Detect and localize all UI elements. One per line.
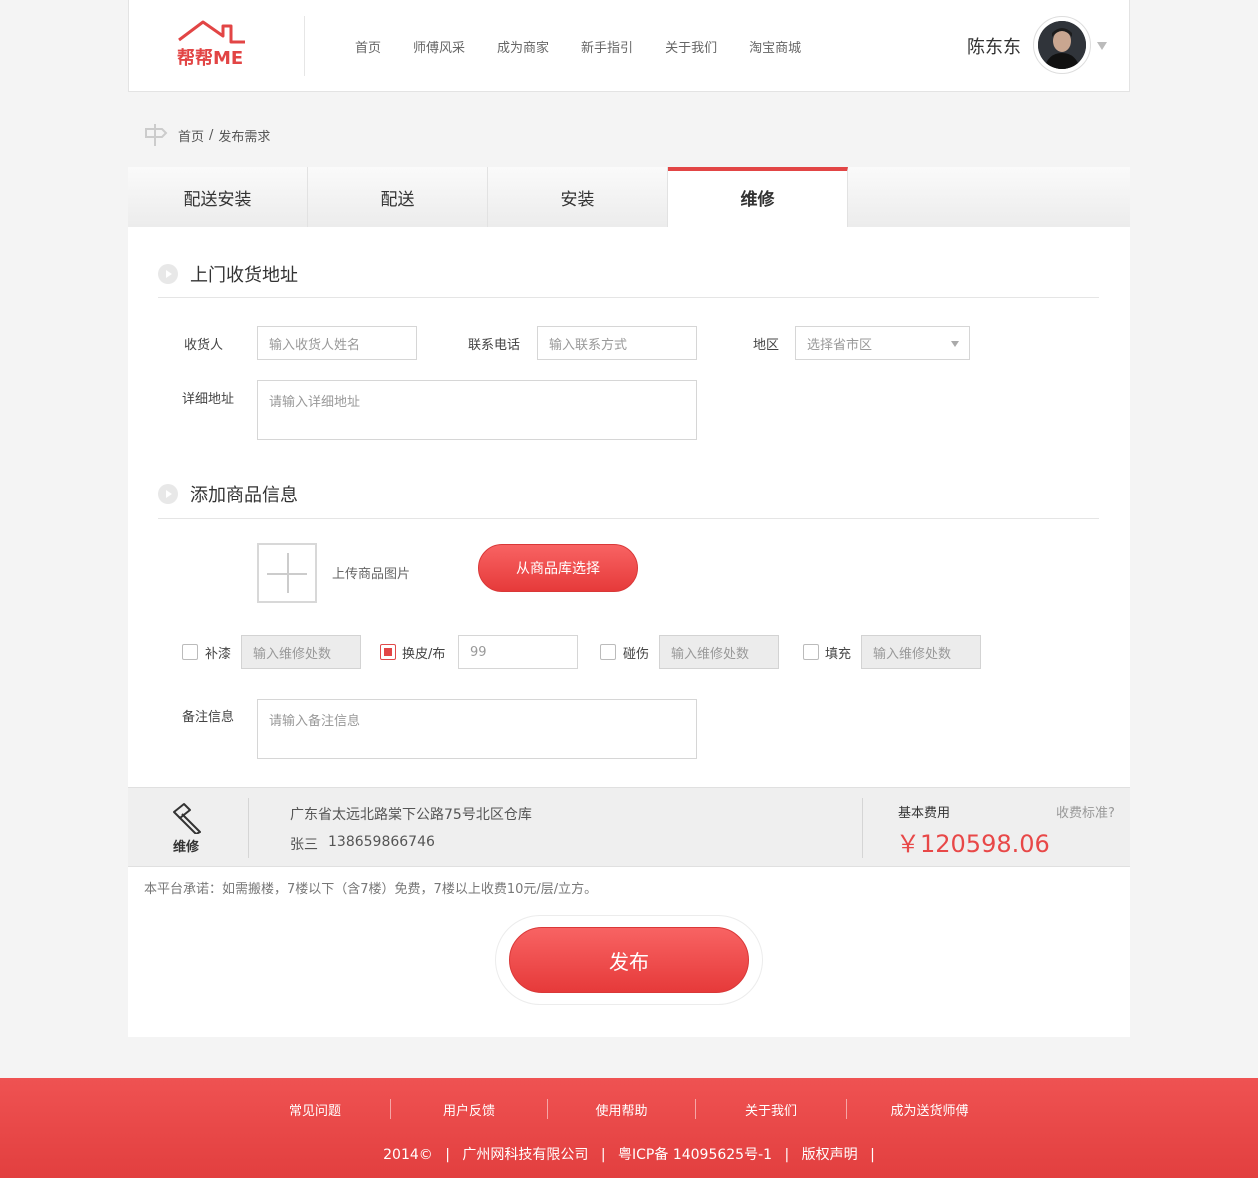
region-label: 地区 — [753, 338, 780, 353]
copyright-year: 2014© — [383, 1147, 433, 1163]
icp-number: 粤ICP备 14095625号-1 — [618, 1147, 773, 1163]
filling-count-input[interactable]: 输入维修处数 — [861, 635, 981, 669]
footer-link-feedback[interactable]: 用户反馈 — [391, 1100, 547, 1119]
nav-about[interactable]: 关于我们 — [665, 37, 717, 56]
divider — [248, 798, 249, 858]
footer-link-help[interactable]: 使用帮助 — [548, 1100, 695, 1119]
main-nav: 首页 师傅风采 成为商家 新手指引 关于我们 淘宝商城 — [339, 0, 817, 92]
base-fee-label: 基本费用 — [898, 806, 951, 821]
divider — [158, 518, 1099, 519]
region-select[interactable]: 选择省市区 — [795, 326, 970, 360]
tab-install[interactable]: 安装 — [488, 167, 668, 227]
summary-address: 广东省太远北路棠下公路75号北区仓库 — [290, 807, 532, 823]
avatar-image — [1038, 21, 1086, 69]
publish-button[interactable]: 发布 — [509, 927, 749, 993]
base-fee-amount: ￥120598.06 — [896, 830, 1050, 858]
promise-note: 本平台承诺：如需搬楼，7楼以下（含7楼）免费，7楼以上收费10元/层/立方。 — [144, 882, 598, 897]
footer-links: 常见问题 用户反馈 使用帮助 关于我们 成为送货师傅 — [240, 1096, 1012, 1122]
dent-label: 碰伤 — [623, 647, 650, 662]
region-select-value: 选择省市区 — [807, 337, 873, 353]
tab-delivery-install[interactable]: 配送安装 — [128, 167, 308, 227]
service-type-label: 维修 — [173, 840, 200, 855]
receiver-label: 收货人 — [184, 338, 224, 353]
footer-pipe: | — [784, 1147, 790, 1163]
upload-label: 上传商品图片 — [332, 567, 411, 582]
goods-section-title: 添加商品信息 — [158, 481, 298, 507]
repaint-checkbox[interactable] — [182, 644, 198, 660]
tab-repair[interactable]: 维修 — [668, 167, 848, 227]
reupholster-label: 换皮/布 — [402, 647, 446, 662]
chevron-down-icon — [951, 341, 959, 347]
footer-link-about[interactable]: 关于我们 — [696, 1100, 846, 1119]
logo-text: 帮帮ME — [177, 47, 243, 69]
nav-guide[interactable]: 新手指引 — [581, 37, 633, 56]
divider — [862, 798, 863, 858]
phone-input[interactable]: 输入联系方式 — [537, 326, 697, 360]
nav-become-merchant[interactable]: 成为商家 — [497, 37, 549, 56]
footer-link-become-driver[interactable]: 成为送货师傅 — [847, 1100, 1012, 1119]
nav-taobao-mall[interactable]: 淘宝商城 — [749, 37, 801, 56]
summary-contact-phone: 138659866746 — [328, 834, 435, 850]
copyright-notice-link[interactable]: 版权声明 — [802, 1147, 858, 1163]
select-from-library-button[interactable]: 从商品库选择 — [478, 544, 638, 592]
dent-checkbox[interactable] — [600, 644, 616, 660]
breadcrumb: 首页 / 发布需求 — [144, 122, 270, 148]
dent-count-input[interactable]: 输入维修处数 — [659, 635, 779, 669]
breadcrumb-separator: / — [209, 127, 214, 143]
company-name: 广州网科技有限公司 — [462, 1147, 589, 1163]
upload-image-button[interactable] — [257, 543, 317, 603]
section-play-icon — [158, 264, 178, 284]
section-play-icon — [158, 484, 178, 504]
user-name[interactable]: 陈东东 — [967, 33, 1021, 59]
header-divider — [304, 16, 305, 76]
reupholster-checkbox[interactable] — [380, 644, 396, 660]
detail-address-label: 详细地址 — [182, 392, 235, 407]
address-section-title-text: 上门收货地址 — [190, 265, 298, 286]
service-tabs: 配送安装 配送 安装 维修 — [128, 167, 1130, 227]
order-summary: 维修 广东省太远北路棠下公路75号北区仓库 张三 138659866746 基本… — [128, 787, 1130, 867]
footer-pipe: | — [870, 1147, 875, 1163]
site-header: 帮帮ME 首页 师傅风采 成为商家 新手指引 关于我们 淘宝商城 陈东东 — [128, 0, 1130, 92]
detail-address-textarea[interactable]: 请输入详细地址 — [257, 380, 697, 440]
fee-standard-link[interactable]: 收费标准? — [1056, 802, 1115, 821]
user-menu-chevron-down-icon[interactable] — [1097, 42, 1107, 50]
form-panel: 上门收货地址 收货人 输入收货人姓名 联系电话 输入联系方式 地区 选择省市区 … — [128, 227, 1130, 1037]
nav-home[interactable]: 首页 — [355, 37, 381, 56]
nav-masters[interactable]: 师傅风采 — [413, 37, 465, 56]
breadcrumb-home[interactable]: 首页 — [178, 126, 204, 145]
footer-pipe: | — [445, 1147, 450, 1163]
repaint-label: 补漆 — [205, 647, 232, 662]
tab-delivery[interactable]: 配送 — [308, 167, 488, 227]
divider — [158, 297, 1099, 298]
site-footer: 常见问题 用户反馈 使用帮助 关于我们 成为送货师傅 2014© | 广州网科技… — [0, 1078, 1258, 1178]
goods-section-title-text: 添加商品信息 — [190, 485, 298, 506]
filling-label: 填充 — [825, 647, 852, 662]
address-section-title: 上门收货地址 — [158, 261, 298, 287]
phone-label: 联系电话 — [468, 338, 521, 353]
signpost-icon — [145, 124, 168, 146]
filling-checkbox[interactable] — [803, 644, 819, 660]
footer-link-faq[interactable]: 常见问题 — [240, 1100, 390, 1119]
summary-contact-name: 张三 — [290, 837, 318, 853]
reupholster-count-input[interactable]: 99 — [458, 635, 578, 669]
remark-textarea[interactable]: 请输入备注信息 — [257, 699, 697, 759]
repaint-count-input[interactable]: 输入维修处数 — [241, 635, 361, 669]
remark-label: 备注信息 — [182, 710, 235, 725]
logo[interactable]: 帮帮ME — [173, 18, 249, 70]
avatar[interactable] — [1033, 16, 1091, 74]
receiver-input[interactable]: 输入收货人姓名 — [257, 326, 417, 360]
footer-pipe: | — [600, 1147, 606, 1163]
hammer-icon — [173, 803, 201, 834]
breadcrumb-current: 发布需求 — [218, 129, 271, 145]
footer-copyright: 2014© | 广州网科技有限公司 | 粤ICP备 14095625号-1 | … — [0, 1144, 1258, 1164]
